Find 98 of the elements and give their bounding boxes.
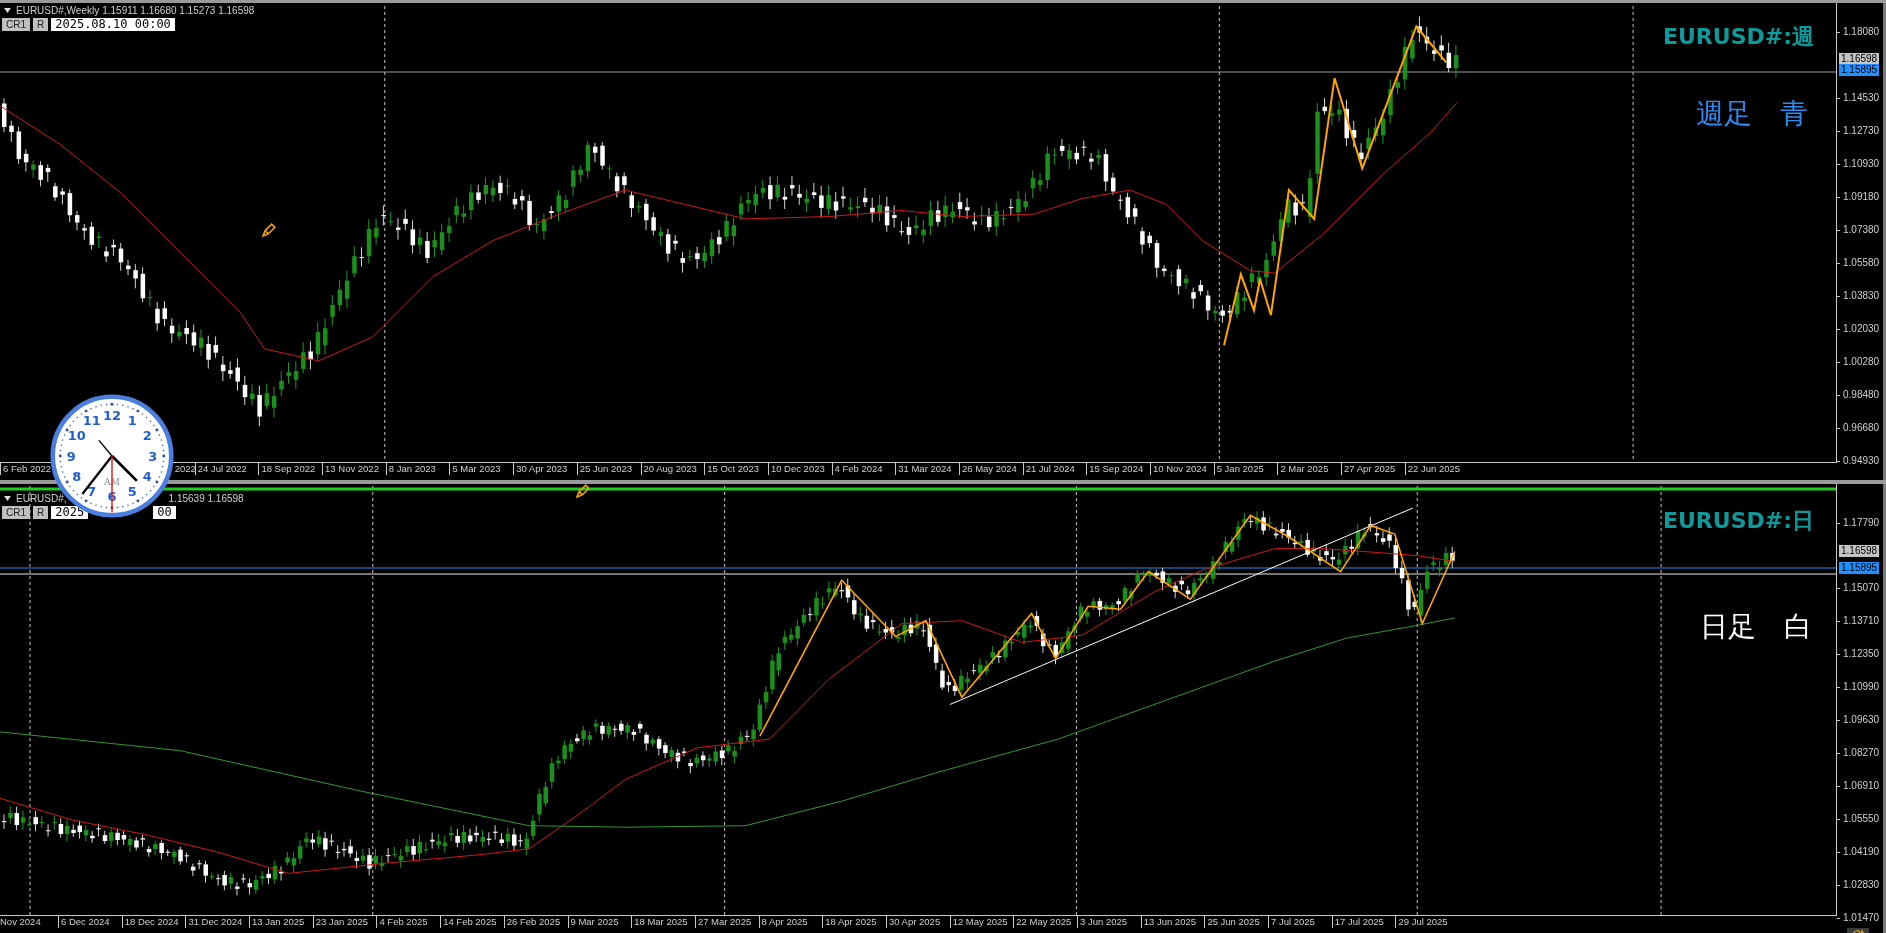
price-label: 1.15070 [1837,582,1880,594]
date-label: 25 Jun 2025 [1204,916,1269,928]
price-label: 1.09180 [1837,191,1880,203]
date-label: 5 Jan 2025 [1213,463,1278,475]
chart-note: 日足 白 [1700,609,1812,645]
price-label: 1.13710 [1837,615,1880,627]
price-label: 1.00280 [1837,356,1880,368]
line-price-label: 1.15895 [1839,562,1880,574]
date-label: 26 May 2024 [958,463,1023,475]
price-label: 1.12350 [1837,648,1880,660]
date-label: 18 Mar 2025 [631,916,695,928]
price-label: 1.06910 [1837,780,1880,792]
date-label: 25 Jun 2023 [576,463,641,475]
chart-button[interactable]: CR1 [2,18,30,31]
clock-numeral: 10 [67,428,86,444]
date-label: 13 Jan 2025 [249,916,313,928]
chart-button[interactable]: R [33,506,49,519]
clock-numeral: 2 [142,428,152,444]
price-label: 1.03830 [1837,290,1880,302]
price-label: 1.18080 [1837,26,1880,38]
date-label: 6 Dec 2024 [58,916,122,928]
price-label: 1.10990 [1837,681,1880,693]
date-label: 13 Jun 2025 [1140,916,1205,928]
date-field[interactable]: 00 [153,506,176,519]
date-label: 4 Feb 2025 [376,916,441,928]
date-label: 3 Jun 2025 [1077,916,1141,928]
date-label: 2 Mar 2025 [1277,463,1342,475]
price-label: 1.14530 [1837,92,1880,104]
chart-button[interactable]: CR1 [2,506,30,519]
chart-symbol: EURUSD#, [16,493,67,504]
chart-title-label: EURUSD#:週 [1662,23,1814,51]
date-label: 31 Mar 2024 [895,463,959,475]
date-label: 27 Mar 2025 [694,916,759,928]
date-label: 22 May 2025 [1013,916,1077,928]
price-label: 1.01470 [1837,912,1880,924]
current-price-label: 1.16598 [1839,545,1880,557]
chart-symbol: EURUSD#,Weekly [16,5,100,16]
date-label: 13 Nov 2022 [322,463,386,475]
price-label: 0.96680 [1837,422,1880,434]
date-label: 18 Sep 2022 [258,463,323,475]
date-label: 15 Sep 2024 [1086,463,1150,475]
date-label: 10 Dec 2023 [767,463,832,475]
clock-numeral: 7 [87,483,97,499]
date-label: 10 Nov 2024 [1150,463,1214,475]
date-label: 31 Dec 2024 [185,916,250,928]
date-label: 17 Jul 2025 [1331,916,1396,928]
date-label: 23 Jan 2025 [312,916,377,928]
date-label: 15 Oct 2023 [704,463,768,475]
date-label: 24 Jul 2022 [194,463,259,475]
clock-numeral: 12 [103,407,121,423]
date-label: 8 Jan 2023 [385,463,450,475]
date-label: 2022 [174,463,195,475]
date-label: 30 Apr 2023 [513,463,577,475]
price-label: 1.05580 [1837,257,1880,269]
clock-numeral: 8 [72,469,82,484]
date-label: 20 Aug 2023 [640,463,705,475]
price-label: 1.17790 [1837,517,1880,529]
price-label: 0.98480 [1837,389,1880,401]
date-label: 29 Jul 2025 [1395,916,1460,928]
clock-numeral: 1 [127,413,137,429]
clock-numeral: 9 [66,448,76,464]
date-label: 26 Feb 2025 [503,916,568,928]
date-label: 7 Jul 2025 [1268,916,1332,928]
chart-note: 週足 青 [1696,96,1808,132]
date-label: 9 Mar 2025 [567,916,632,928]
price-label: 1.07380 [1837,224,1880,236]
price-label: 1.04190 [1837,846,1880,858]
price-label: 1.02830 [1837,879,1880,891]
date-label: 21 Jul 2024 [1022,463,1087,475]
ohlc-values: 1.15639 1.16598 [168,493,244,504]
line-price-label: 1.15895 [1839,64,1880,76]
price-label: 0.94930 [1837,455,1880,467]
date-label: 4 Feb 2024 [831,463,896,475]
date-label: 18 Apr 2025 [822,916,886,928]
price-label: 1.10930 [1837,158,1880,170]
date-label: 12 May 2025 [949,916,1014,928]
date-label: 14 Feb 2025 [440,916,504,928]
chart-title-label: EURUSD#:日 [1662,507,1814,535]
price-label: 1.08270 [1837,747,1880,759]
date-field[interactable]: 2025.08.10 00:00 [51,18,175,31]
clock-numeral: 11 [82,413,101,429]
chart-button[interactable]: R [33,18,49,31]
clock-numeral: 3 [148,448,158,464]
price-label: 1.05550 [1837,813,1880,825]
price-label: 1.09630 [1837,714,1880,726]
date-label: 8 Apr 2025 [758,916,823,928]
date-label: 18 Dec 2024 [121,916,186,928]
clock-numeral: 4 [142,469,152,484]
price-label: 1.12730 [1837,125,1880,137]
date-label: 22 Jun 2025 [1404,463,1469,475]
price-label: 1.02030 [1837,323,1880,335]
date-label: 5 Mar 2023 [449,463,514,475]
ohlc-values: 1.15911 1.16680 1.15273 1.16598 [102,5,255,16]
date-label: Nov 2024 [0,916,42,928]
current-price-label: 1.16598 [1839,53,1880,65]
date-label: 30 Apr 2025 [885,916,950,928]
clock-numeral: 5 [127,483,137,499]
date-label: 27 Apr 2025 [1341,463,1405,475]
